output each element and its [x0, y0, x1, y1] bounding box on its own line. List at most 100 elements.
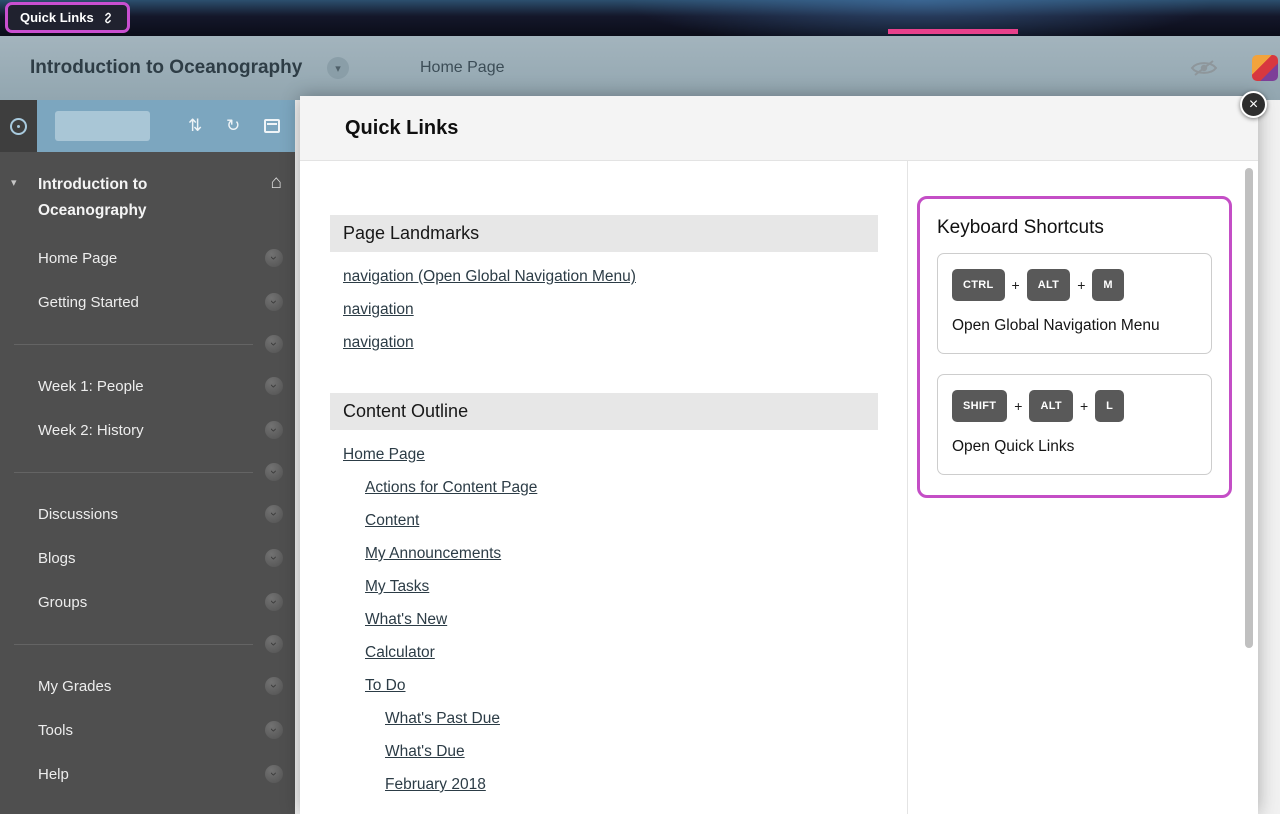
collapse-caret-icon[interactable]: ▾: [11, 176, 17, 189]
sidebar-item-getting-started[interactable]: Getting Started ›: [0, 280, 295, 324]
divider-line: [14, 344, 253, 345]
refresh-icon[interactable]: ↻: [226, 100, 240, 152]
palette-icon[interactable]: [1252, 55, 1278, 81]
sidebar-divider: ›: [0, 452, 295, 492]
sidebar-item-home-page[interactable]: Home Page ›: [0, 236, 295, 280]
top-bar: Quick Links: [0, 0, 1280, 36]
sidebar-item-blogs[interactable]: Blogs ›: [0, 536, 295, 580]
chevron-down-icon[interactable]: ›: [265, 505, 283, 523]
chevron-down-icon[interactable]: ›: [265, 249, 283, 267]
sidebar-item-label: Week 1: People: [38, 378, 144, 395]
sidebar-item-label: My Grades: [38, 678, 111, 695]
keycap-m: M: [1092, 269, 1123, 301]
calendar-icon[interactable]: [264, 119, 280, 133]
shortcut-description: Open Global Navigation Menu: [952, 313, 1197, 338]
modal-body: Page Landmarks navigation (Open Global Na…: [300, 161, 1258, 814]
sidebar-item-my-grades[interactable]: My Grades ›: [0, 664, 295, 708]
hidden-eye-icon[interactable]: [1190, 58, 1218, 81]
sidebar-divider: ›: [0, 324, 295, 364]
sidebar-course-header: ▾ Introduction to Oceanography ⌂: [0, 152, 295, 236]
modal-scrollbar[interactable]: [1245, 168, 1253, 808]
chevron-down-icon[interactable]: ›: [265, 421, 283, 439]
quick-link-navigation[interactable]: navigation: [343, 293, 414, 326]
active-tab-indicator: [888, 29, 1018, 34]
chevron-down-icon[interactable]: ›: [265, 549, 283, 567]
chevron-down-icon[interactable]: ›: [265, 463, 283, 481]
page: Quick Links Introduction to Oceanography…: [0, 0, 1280, 814]
chevron-down-icon[interactable]: ›: [265, 377, 283, 395]
sidebar-item-tools[interactable]: Tools›: [0, 708, 295, 752]
sidebar-toolbar: ⇅ ↻: [0, 100, 295, 152]
shortcut-card: CTRL+ALT+MOpen Global Navigation Menu: [937, 253, 1212, 354]
sort-arrows-icon[interactable]: ⇅: [188, 100, 202, 152]
sidebar-item-label: Getting Started: [38, 294, 139, 311]
keycap-alt: ALT: [1029, 390, 1072, 422]
course-title: Introduction to Oceanography: [30, 36, 302, 100]
keyboard-shortcuts-panel: Keyboard Shortcuts CTRL+ALT+MOpen Global…: [917, 196, 1232, 498]
course-header: Introduction to Oceanography ▾ Home Page: [0, 36, 1280, 100]
quick-link-content[interactable]: Content: [365, 504, 419, 537]
chevron-down-icon[interactable]: ›: [265, 593, 283, 611]
section-header-content-outline: Content Outline: [330, 393, 878, 430]
quick-link-my-announcements[interactable]: My Announcements: [365, 537, 501, 570]
sidebar-item-label: Home Page: [38, 250, 117, 267]
keyboard-shortcuts-title: Keyboard Shortcuts: [937, 217, 1212, 239]
sidebar-item-discussions[interactable]: Discussions ›: [0, 492, 295, 536]
plus-separator: +: [1080, 398, 1088, 414]
plus-separator: +: [1077, 277, 1085, 293]
chevron-down-icon[interactable]: ›: [265, 765, 283, 783]
course-menu-button[interactable]: ▾: [327, 57, 349, 79]
collapse-course-menu-icon[interactable]: [0, 100, 37, 152]
quick-link-what-s-new[interactable]: What's New: [365, 603, 447, 636]
scrollbar-thumb[interactable]: [1245, 168, 1253, 648]
quick-links-modal: Quick Links × Page Landmarksnavigation (…: [300, 96, 1258, 814]
home-icon: ⌂: [271, 172, 282, 194]
quick-link-home-page[interactable]: Home Page: [343, 438, 425, 471]
quick-links-button[interactable]: Quick Links: [5, 2, 130, 33]
chevron-down-icon[interactable]: ›: [265, 677, 283, 695]
chevron-down-icon[interactable]: ›: [265, 293, 283, 311]
shortcut-card: SHIFT+ALT+LOpen Quick Links: [937, 374, 1212, 475]
chevron-down-icon[interactable]: ›: [265, 335, 283, 353]
sidebar-item-label: Week 2: History: [38, 422, 144, 439]
circle-arrow-icon: [10, 118, 27, 135]
sidebar-item-week-2-history[interactable]: Week 2: History ›: [0, 408, 295, 452]
section-header-page-landmarks: Page Landmarks: [330, 215, 878, 252]
divider-line: [14, 472, 253, 473]
link-icon: [101, 11, 115, 25]
quick-link-what-s-due[interactable]: What's Due: [385, 735, 465, 768]
shortcut-cards: CTRL+ALT+MOpen Global Navigation MenuSHI…: [937, 253, 1212, 475]
key-combo: SHIFT+ALT+L: [952, 390, 1197, 422]
sidebar: ⇅ ↻ ▾ Introduction to Oceanography ⌂ Hom…: [0, 100, 295, 814]
key-combo: CTRL+ALT+M: [952, 269, 1197, 301]
chevron-down-icon[interactable]: ›: [265, 721, 283, 739]
sidebar-divider: ›: [0, 624, 295, 664]
quick-link-navigation[interactable]: navigation: [343, 326, 414, 359]
close-icon[interactable]: ×: [1240, 91, 1267, 118]
chevron-down-icon: ▾: [335, 62, 341, 75]
plus-separator: +: [1012, 277, 1020, 293]
sidebar-item-label: Blogs: [38, 550, 76, 567]
quick-link-calculator[interactable]: Calculator: [365, 636, 435, 669]
sidebar-item-groups[interactable]: Groups›: [0, 580, 295, 624]
quick-link-february-2018[interactable]: February 2018: [385, 768, 486, 801]
shortcut-description: Open Quick Links: [952, 434, 1197, 459]
keycap-shift: SHIFT: [952, 390, 1007, 422]
chevron-down-icon[interactable]: ›: [265, 635, 283, 653]
sidebar-item-help[interactable]: Help›: [0, 752, 295, 796]
page-title: Home Page: [420, 36, 505, 100]
modal-header: Quick Links: [300, 96, 1258, 161]
quick-link-actions-for-content-page[interactable]: Actions for Content Page: [365, 471, 537, 504]
sidebar-item-week-1-people[interactable]: Week 1: People ›: [0, 364, 295, 408]
quick-links-content: Page Landmarks navigation (Open Global Na…: [330, 161, 878, 805]
sidebar-item-label: Discussions: [38, 506, 118, 523]
quick-link-to-do[interactable]: To Do: [365, 669, 406, 702]
quick-link-what-s-past-due[interactable]: What's Past Due: [385, 702, 500, 735]
divider-line: [14, 644, 253, 645]
sidebar-menu: Home Page›Getting Started››Week 1: Peopl…: [0, 236, 295, 796]
link-list: Home PageActions for Content PageContent…: [330, 430, 878, 805]
quick-link-navigation-open-global-navigation-menu[interactable]: navigation (Open Global Navigation Menu): [343, 260, 636, 293]
keycap-alt: ALT: [1027, 269, 1070, 301]
quick-link-my-tasks[interactable]: My Tasks: [365, 570, 429, 603]
view-toggle-button[interactable]: [55, 111, 150, 141]
